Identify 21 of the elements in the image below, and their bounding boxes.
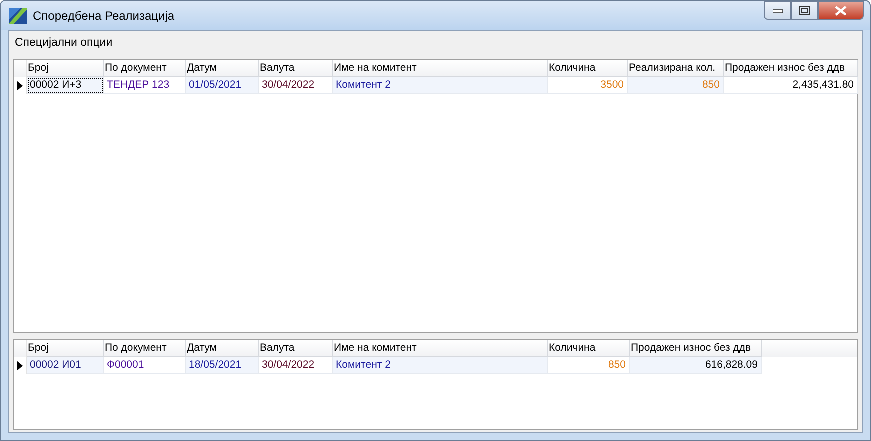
table-cell[interactable]: 30/04/2022	[259, 357, 333, 374]
table-cell[interactable]: 01/05/2021	[186, 77, 259, 94]
table-cell[interactable]: 30/04/2022	[259, 77, 333, 94]
table-cell[interactable]: 00002 И+3	[27, 77, 104, 94]
table-cell[interactable]: 18/05/2021	[186, 357, 259, 374]
minimize-button[interactable]	[764, 1, 791, 20]
close-icon	[835, 6, 847, 16]
minimize-icon	[772, 8, 782, 12]
table-cell[interactable]: Комитент 2	[333, 77, 548, 94]
table-cell[interactable]: ТЕНДЕР 123	[104, 77, 186, 94]
logo-icon	[9, 8, 27, 24]
close-button[interactable]	[818, 1, 864, 20]
table-cell[interactable]: 616,828.09	[630, 357, 762, 374]
table-cell[interactable]: 00002 И01	[27, 357, 104, 374]
table-cell[interactable]: 2,435,431.80	[724, 77, 858, 94]
table-cell[interactable]: Комитент 2	[333, 357, 548, 374]
restore-icon	[799, 6, 810, 15]
window-title: Споредбена Реализација	[33, 8, 175, 22]
maximize-button[interactable]	[791, 1, 818, 20]
menu-item[interactable]: Специјални опции	[11, 37, 117, 49]
table-cell[interactable]: Ф00001	[104, 357, 186, 374]
